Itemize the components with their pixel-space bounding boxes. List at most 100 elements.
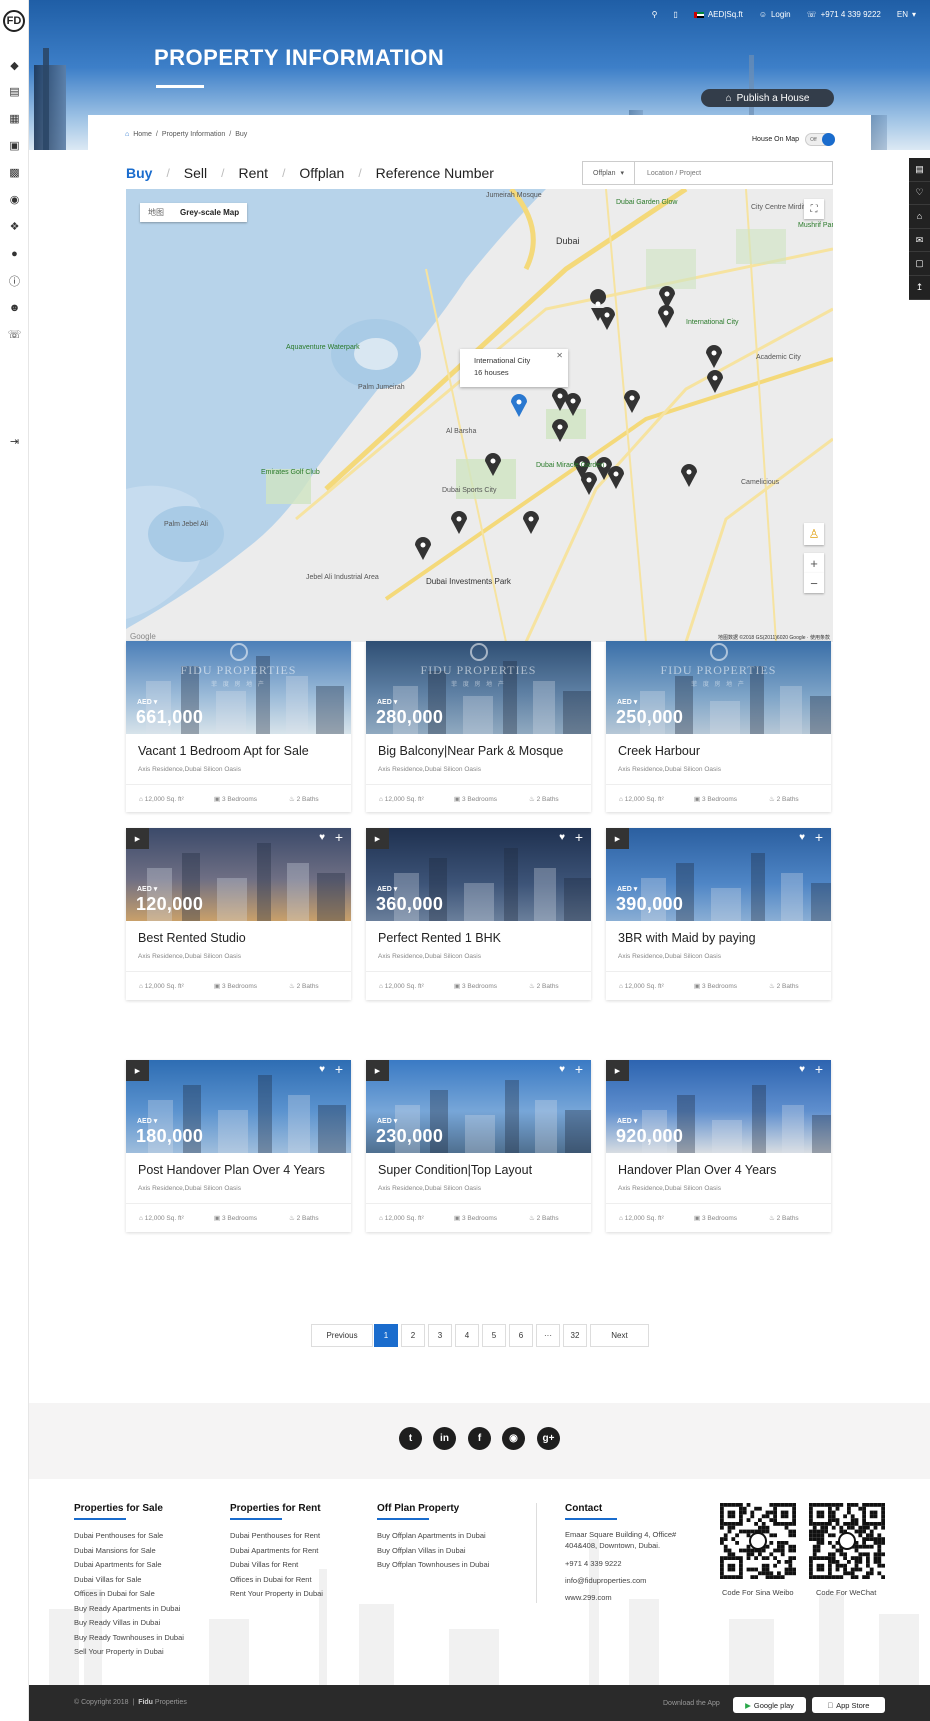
page-button[interactable]: 5 <box>482 1324 506 1347</box>
listing-title[interactable]: Post Handover Plan Over 4 Years <box>138 1163 325 1177</box>
page-button[interactable]: 4 <box>455 1324 479 1347</box>
listing-card[interactable]: ▶ ♥ + AED ▾ 920,000 Handover Plan Over 4 Year… <box>606 1060 831 1232</box>
page-button[interactable]: 1 <box>374 1324 398 1347</box>
info-icon[interactable]: ⓘ <box>7 273 22 288</box>
listing-card[interactable]: ▶ ♥ + AED ▾ 120,000 Best Rented Studio Axis Re… <box>126 828 351 1000</box>
language-select[interactable]: EN ▾ <box>897 10 916 19</box>
next-page-button[interactable]: Next <box>590 1324 649 1347</box>
listing-card[interactable]: FIDU PROPERTIES 菲 度 房 地 产 AED ▾ 280,000 Big … <box>366 641 591 812</box>
video-icon[interactable]: ▶ <box>366 1060 389 1081</box>
page-button[interactable]: 3 <box>428 1324 452 1347</box>
facebook-icon[interactable]: f <box>468 1427 491 1450</box>
breadcrumb-property-info[interactable]: Property Information <box>162 131 225 138</box>
phone-icon[interactable]: ☏ <box>7 327 22 342</box>
listing-title[interactable]: Best Rented Studio <box>138 931 246 945</box>
team-icon[interactable]: ☻ <box>7 300 22 315</box>
map-type-map[interactable]: 地图 <box>140 203 172 222</box>
tab-sell[interactable]: Sell <box>184 165 207 181</box>
footer-link[interactable]: Dubai Penthouses for Rent <box>230 1529 323 1544</box>
compare-add-icon[interactable]: + <box>335 829 343 845</box>
currency-select[interactable]: AED ▾ <box>377 885 397 893</box>
zoom-out-button[interactable]: − <box>804 573 824 593</box>
footer-link[interactable]: Dubai Villas for Sale <box>74 1573 184 1588</box>
back-to-top-icon[interactable]: ↥ <box>909 276 930 300</box>
search-input[interactable] <box>635 169 825 177</box>
phone-link[interactable]: ☏ +971 4 339 9222 <box>807 10 881 19</box>
currency-select[interactable]: AED ▾ <box>137 1117 157 1125</box>
mobile-icon[interactable]: ▯ <box>673 10 677 19</box>
listing-title[interactable]: Handover Plan Over 4 Years <box>618 1163 776 1177</box>
currency-select[interactable]: AED ▾ <box>377 1117 397 1125</box>
contact-website[interactable]: www.299.com <box>565 1591 612 1606</box>
tab-buy[interactable]: Buy <box>126 165 152 181</box>
footer-link[interactable]: Offices in Dubai for Sale <box>74 1587 184 1602</box>
listing-card[interactable]: ▶ ♥ + AED ▾ 180,000 Post Handover Plan Over 4… <box>126 1060 351 1232</box>
chart-icon[interactable]: ▩ <box>7 165 22 180</box>
map-type-greyscale[interactable]: Grey-scale Map <box>172 203 247 222</box>
contact-email[interactable]: info@fiduproperties.com <box>565 1574 646 1589</box>
footer-link[interactable]: Buy Offplan Apartments in Dubai <box>377 1529 489 1544</box>
listing-card[interactable]: ▶ ♥ + AED ▾ 390,000 3BR with Maid by paying Ax… <box>606 828 831 1000</box>
login-link[interactable]: ☺ Login <box>759 10 791 19</box>
compare-add-icon[interactable]: + <box>575 1061 583 1077</box>
heart-icon[interactable]: ♥ <box>319 832 325 843</box>
property-map[interactable]: Dubai Dubai Garden Glow City Centre Mird… <box>126 189 833 642</box>
currency-select[interactable]: AED ▾ <box>137 885 157 893</box>
listing-title[interactable]: Super Condition|Top Layout <box>378 1163 532 1177</box>
listing-title[interactable]: Vacant 1 Bedroom Apt for Sale <box>138 744 309 758</box>
googleplus-icon[interactable]: g+ <box>537 1427 560 1450</box>
video-icon[interactable]: ▶ <box>606 1060 629 1081</box>
grid-icon[interactable]: ▦ <box>7 111 22 126</box>
video-icon[interactable]: ▶ <box>126 1060 149 1081</box>
listing-title[interactable]: Perfect Rented 1 BHK <box>378 931 501 945</box>
listing-title[interactable]: Creek Harbour <box>618 744 700 758</box>
heart-icon[interactable]: ♥ <box>799 1064 805 1075</box>
street-view-icon[interactable]: ♙ <box>804 523 824 545</box>
logo[interactable]: FD <box>3 10 25 32</box>
footer-link[interactable]: Buy Ready Townhouses in Dubai <box>74 1631 184 1646</box>
compare-add-icon[interactable]: + <box>575 829 583 845</box>
handshake-icon[interactable]: ❖ <box>7 219 22 234</box>
page-button[interactable]: 32 <box>563 1324 587 1347</box>
currency-select[interactable]: AED ▾ <box>617 698 637 706</box>
footer-link[interactable]: Buy Offplan Townhouses in Dubai <box>377 1558 489 1573</box>
page-button[interactable]: 6 <box>509 1324 533 1347</box>
footer-link[interactable]: Dubai Apartments for Rent <box>230 1544 323 1559</box>
listing-title[interactable]: 3BR with Maid by paying <box>618 931 756 945</box>
heart-icon[interactable]: ♥ <box>319 1064 325 1075</box>
listing-card[interactable]: ▶ ♥ + AED ▾ 360,000 Perfect Rented 1 BHK Axis … <box>366 828 591 1000</box>
listing-card[interactable]: ▶ ♥ + AED ▾ 230,000 Super Condition|Top Layou… <box>366 1060 591 1232</box>
location-icon[interactable]: ◉ <box>7 192 22 207</box>
compare-add-icon[interactable]: + <box>335 1061 343 1077</box>
building-icon[interactable]: ▤ <box>7 84 22 99</box>
currency-select[interactable]: AED ▾ <box>137 698 157 706</box>
tag-icon[interactable]: ◆ <box>7 58 22 73</box>
footer-link[interactable]: Dubai Villas for Rent <box>230 1558 323 1573</box>
chat-icon[interactable]: ✉ <box>909 229 930 253</box>
video-icon[interactable]: ▶ <box>366 828 389 849</box>
listing-card[interactable]: FIDU PROPERTIES 菲 度 房 地 产 AED ▾ 661,000 Vaca… <box>126 641 351 812</box>
people-icon[interactable]: ● <box>7 246 22 261</box>
footer-link[interactable]: Sell Your Property in Dubai <box>74 1645 184 1660</box>
house-on-map-toggle[interactable]: Off <box>805 133 836 146</box>
footer-link[interactable]: Rent Your Property in Dubai <box>230 1587 323 1602</box>
home-icon[interactable]: ⌂ <box>909 205 930 229</box>
video-icon[interactable]: ▶ <box>606 828 629 849</box>
collapse-icon[interactable]: ⇥ <box>7 434 22 449</box>
fullscreen-icon[interactable]: ⛶ <box>804 199 824 219</box>
footer-link[interactable]: Offices in Dubai for Rent <box>230 1573 323 1588</box>
heart-icon[interactable]: ♡ <box>909 182 930 206</box>
office-icon[interactable]: ▣ <box>7 138 22 153</box>
footer-link[interactable]: Dubai Penthouses for Sale <box>74 1529 184 1544</box>
footer-link[interactable]: Buy Ready Villas in Dubai <box>74 1616 184 1631</box>
instagram-icon[interactable]: ◉ <box>502 1427 525 1450</box>
compare-add-icon[interactable]: + <box>815 829 823 845</box>
listing-card[interactable]: FIDU PROPERTIES 菲 度 房 地 产 AED ▾ 250,000 Cree… <box>606 641 831 812</box>
listing-title[interactable]: Big Balcony|Near Park & Mosque <box>378 744 563 758</box>
linkedin-icon[interactable]: in <box>433 1427 456 1450</box>
heart-icon[interactable]: ♥ <box>799 832 805 843</box>
page-button[interactable]: 2 <box>401 1324 425 1347</box>
currency-select[interactable]: AED ▾ <box>377 698 397 706</box>
breadcrumb-home[interactable]: Home <box>133 131 152 138</box>
publish-house-button[interactable]: ⌂ Publish a House <box>701 89 834 107</box>
